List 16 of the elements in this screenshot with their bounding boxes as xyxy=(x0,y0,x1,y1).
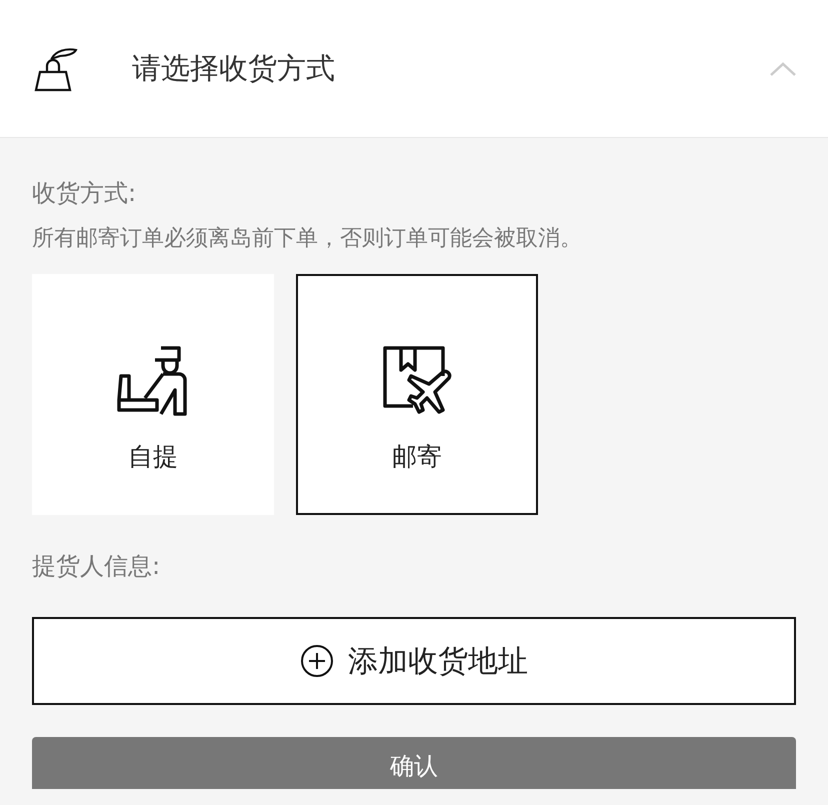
confirm-button[interactable]: 确认 xyxy=(32,737,796,789)
option-label: 邮寄 xyxy=(392,441,442,473)
add-address-button[interactable]: 添加收货地址 xyxy=(32,617,796,705)
section-label: 提货人信息: xyxy=(32,551,162,582)
header-title: 请选择收货方式 xyxy=(132,50,336,86)
notice-text: 所有邮寄订单必须离岛前下单，否则订单可能会被取消。 xyxy=(32,225,583,253)
delivery-option[interactable]: 自提 xyxy=(32,274,274,515)
add-address-label: 添加收货地址 xyxy=(348,642,528,680)
section-label: 收货方式: xyxy=(32,178,138,209)
option-label: 自提 xyxy=(128,441,178,473)
hand-bag-icon xyxy=(32,46,78,92)
box-with-plane-icon xyxy=(381,344,453,416)
delivery-option[interactable]: 邮寄 xyxy=(296,274,538,515)
person-with-box-icon xyxy=(117,344,189,416)
add-icon xyxy=(300,644,334,678)
chevron-icon[interactable] xyxy=(770,62,796,76)
